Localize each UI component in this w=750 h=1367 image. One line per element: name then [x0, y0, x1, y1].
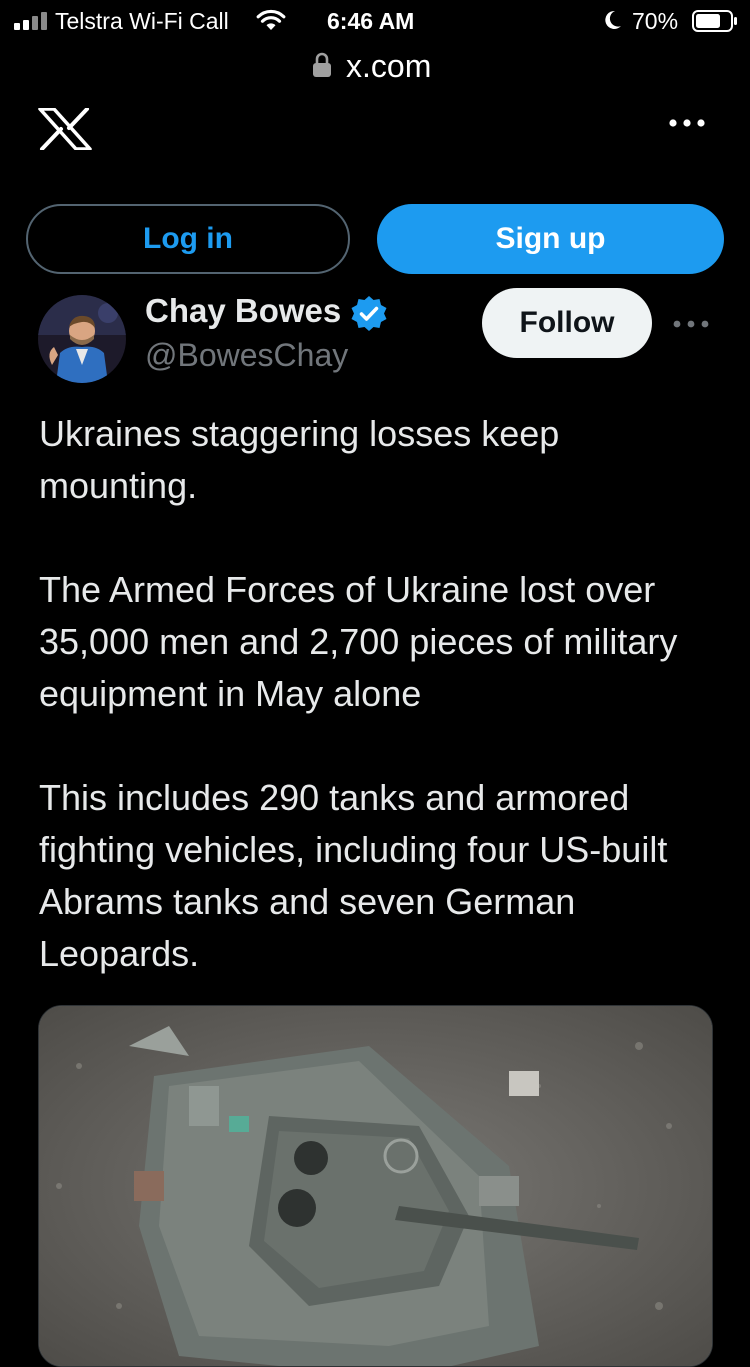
author-handle[interactable]: @BowesChay [145, 337, 348, 374]
login-button[interactable]: Log in [26, 204, 350, 274]
x-logo-icon[interactable] [38, 108, 92, 150]
follow-button[interactable]: Follow [482, 288, 652, 358]
tweet-paragraph: Ukraines staggering losses keep mounting… [39, 413, 560, 506]
tweet-media-image[interactable] [38, 1005, 713, 1367]
tweet-paragraph: This includes 290 tanks and armored figh… [39, 777, 668, 974]
more-icon[interactable] [672, 311, 710, 337]
status-bar: Telstra Wi-Fi Call 6:46 AM 70% [0, 0, 750, 42]
moon-icon [605, 10, 621, 29]
tank-photo [39, 1006, 712, 1366]
wifi-icon [256, 9, 286, 30]
avatar[interactable] [38, 295, 126, 383]
carrier-label: Telstra Wi-Fi Call [55, 8, 229, 34]
author-name[interactable]: Chay Bowes [145, 292, 341, 330]
more-icon[interactable] [668, 110, 706, 136]
url-text[interactable]: x.com [346, 48, 431, 85]
tweet-text: Ukraines staggering losses keep mounting… [39, 408, 719, 980]
signal-icon [14, 12, 47, 30]
tweet-paragraph: The Armed Forces of Ukraine lost over 35… [39, 569, 678, 714]
signup-button[interactable]: Sign up [377, 204, 724, 274]
lock-icon [313, 52, 331, 77]
verified-badge-icon [351, 296, 387, 331]
battery-icon [692, 10, 737, 32]
battery-percent: 70% [632, 8, 679, 34]
status-time: 6:46 AM [327, 8, 415, 34]
